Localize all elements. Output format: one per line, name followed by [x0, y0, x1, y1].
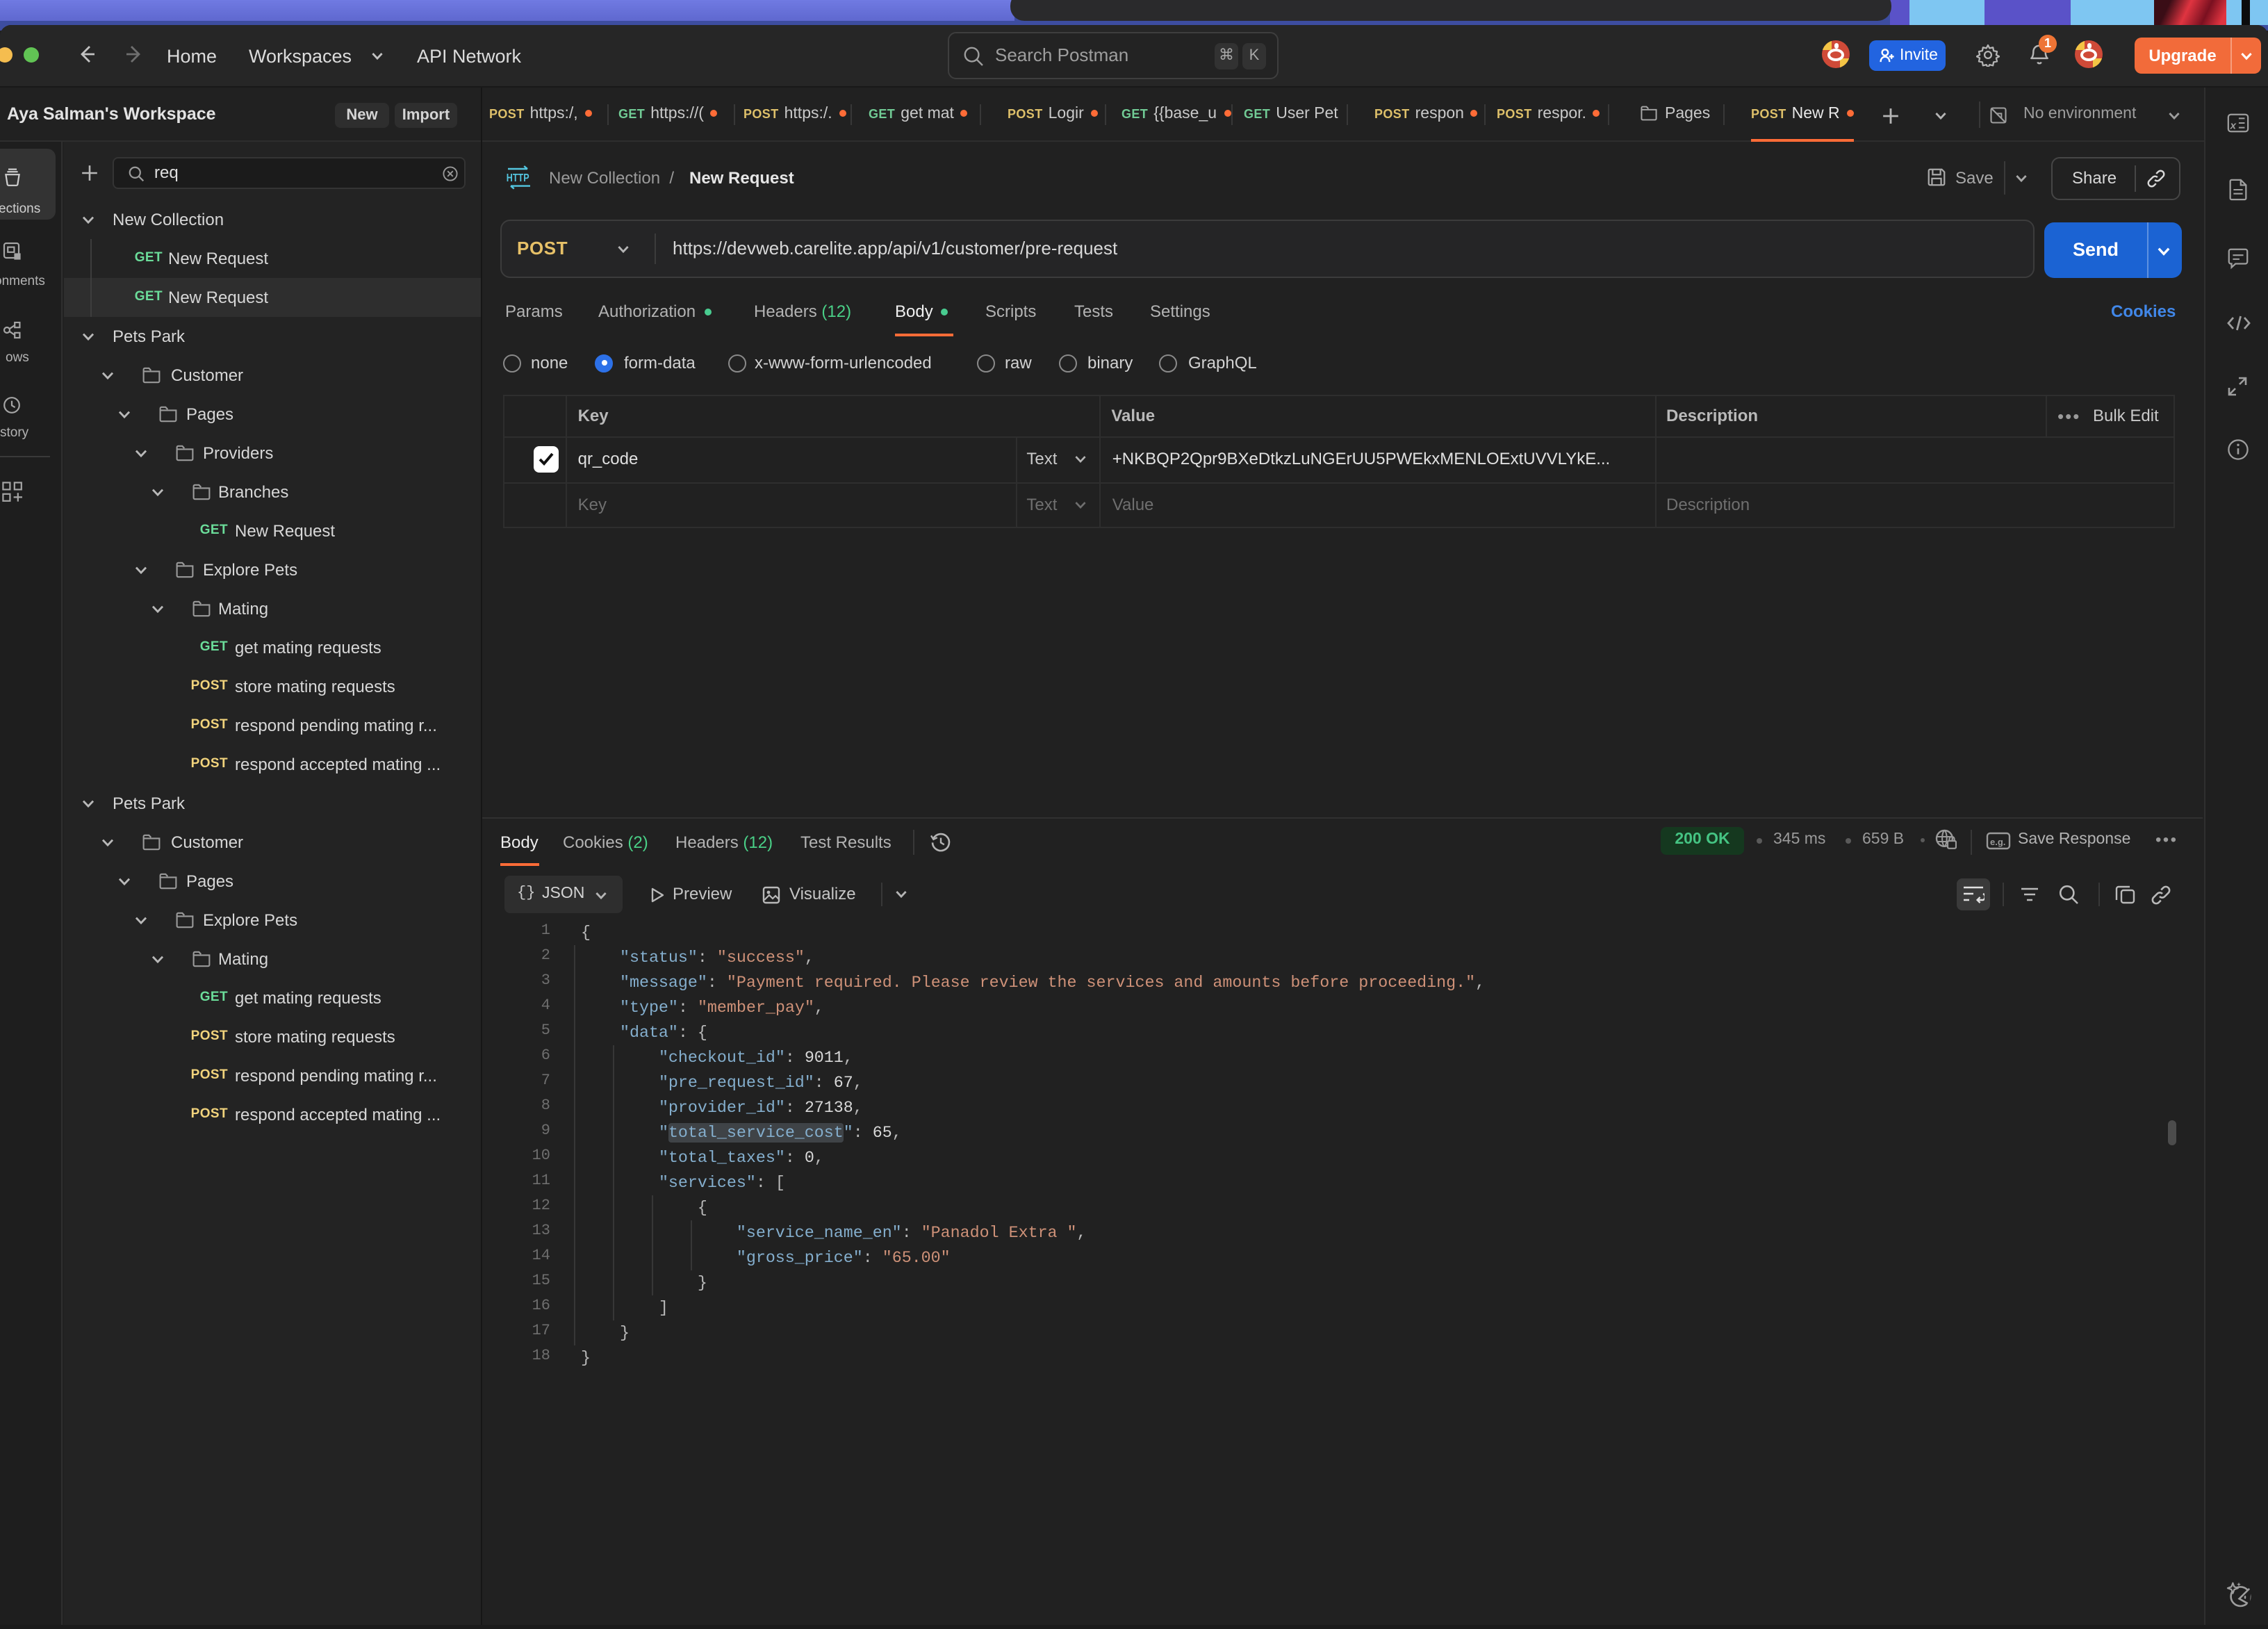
svg-text:x: x: [2230, 120, 2237, 132]
svg-text:e.g.: e.g.: [1990, 837, 2005, 847]
svg-text:HTTP: HTTP: [507, 172, 529, 184]
